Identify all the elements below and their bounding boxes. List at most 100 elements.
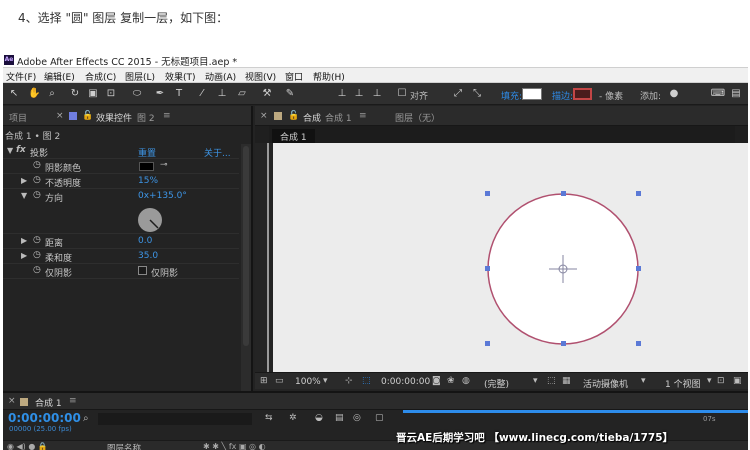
region-of-interest-icon[interactable]: ⬚ <box>547 376 556 386</box>
reset-button[interactable]: 重置 <box>138 146 156 159</box>
draft-3d-icon[interactable]: ✲ <box>289 413 297 423</box>
stopwatch-icon[interactable]: ◷ <box>33 190 41 200</box>
menu-view[interactable]: 视图(V) <box>245 70 276 83</box>
transform-handle[interactable] <box>636 266 641 271</box>
snap-options-icon[interactable]: ⤢ <box>452 87 464 100</box>
menu-help[interactable]: 帮助(H) <box>313 70 345 83</box>
lock-icon[interactable]: 🔓 <box>82 111 93 121</box>
property-value[interactable]: 15% <box>138 176 158 186</box>
property-value[interactable]: 0.0 <box>138 236 152 246</box>
chevron-down-icon[interactable]: ▾ <box>641 376 646 386</box>
camera-tool-icon[interactable]: ▣ <box>87 87 99 100</box>
snap-feather-icon[interactable]: ⤡ <box>471 87 483 100</box>
monitor-icon[interactable]: ▭ <box>275 376 284 386</box>
ellipse-tool-icon[interactable]: ⬭ <box>131 87 143 100</box>
viewer-timecode[interactable]: 0:00:00:00 <box>381 377 430 387</box>
lock-icon[interactable]: 🔓 <box>288 111 299 121</box>
resolution-select[interactable]: (完整) <box>484 377 509 390</box>
stroke-color-swatch[interactable] <box>573 88 592 100</box>
safe-area-icon[interactable]: ⊹ <box>345 376 353 386</box>
tab-effect-controls[interactable]: 效果控件 <box>96 111 132 124</box>
chevron-down-icon[interactable]: ▾ <box>707 376 712 386</box>
transform-handle[interactable] <box>636 191 641 196</box>
puppet-pin-tool-icon[interactable]: ✎ <box>284 87 296 100</box>
tab-composition[interactable]: 合成 <box>303 111 321 124</box>
tab-timeline-comp[interactable]: 合成 1 <box>35 396 62 409</box>
transform-handle[interactable] <box>636 341 641 346</box>
pan-behind-tool-icon[interactable]: ⊡ <box>105 87 117 100</box>
transform-handle[interactable] <box>485 266 490 271</box>
color-channels-icon[interactable]: ❀ <box>447 376 455 386</box>
fill-color-swatch[interactable] <box>522 88 542 100</box>
layer-name-header[interactable]: 图层名称 <box>107 442 141 450</box>
hand-tool-icon[interactable]: ✋ <box>28 87 40 100</box>
work-area-bar[interactable] <box>403 410 748 413</box>
transform-handle[interactable] <box>561 341 566 346</box>
direction-dial-icon[interactable] <box>137 207 163 233</box>
roto-brush-tool-icon[interactable]: ⚒ <box>261 87 273 100</box>
timeline-timecode[interactable]: 0:00:00:00 <box>8 411 81 425</box>
add-menu-icon[interactable]: ● <box>668 87 680 100</box>
expand-triangle-icon[interactable]: ▶ <box>21 236 27 245</box>
about-button[interactable]: 关于... <box>204 146 231 159</box>
close-icon[interactable]: × <box>260 111 268 121</box>
fast-previews-icon[interactable]: ⊡ <box>717 376 725 386</box>
composition-canvas[interactable] <box>273 143 748 372</box>
eraser-tool-icon[interactable]: ▱ <box>236 87 248 100</box>
stopwatch-icon[interactable]: ◷ <box>33 175 41 185</box>
camera-icon[interactable]: ◙ <box>432 376 441 386</box>
stopwatch-icon[interactable]: ◷ <box>33 160 41 170</box>
axis-world-icon[interactable]: ⊥ <box>353 87 365 100</box>
region-icon[interactable]: ⬚ <box>362 376 371 386</box>
menu-animation[interactable]: 动画(A) <box>205 70 236 83</box>
expand-triangle-icon[interactable]: ▶ <box>21 176 27 185</box>
shy-layers-icon[interactable]: ◒ <box>315 413 323 423</box>
active-camera-select[interactable]: 活动摄像机 <box>583 377 628 390</box>
stopwatch-icon[interactable]: ◷ <box>33 265 41 275</box>
fx-icon[interactable]: fx <box>16 145 26 155</box>
transform-handle[interactable] <box>485 191 490 196</box>
transparency-grid-icon[interactable]: ▦ <box>562 376 571 386</box>
stopwatch-icon[interactable]: ◷ <box>33 235 41 245</box>
tab-project[interactable]: 项目 <box>9 111 27 124</box>
eyedropper-icon[interactable]: ⊸ <box>160 160 168 170</box>
motion-blur-icon[interactable]: ◎ <box>353 413 361 423</box>
comp-mini-flowchart-icon[interactable]: ⇆ <box>265 413 273 423</box>
graph-editor-icon[interactable]: ▢ <box>375 413 384 423</box>
comp-chip[interactable]: 合成 1 <box>272 129 315 144</box>
effect-header-row[interactable]: ▼ fx 投影 重置 关于... <box>3 144 239 159</box>
menu-window[interactable]: 窗口 <box>285 70 303 83</box>
view-layout-select[interactable]: 1 个视图 <box>665 377 701 390</box>
expand-triangle-icon[interactable]: ▼ <box>7 146 13 155</box>
menu-layer[interactable]: 图层(L) <box>125 70 155 83</box>
workspace-icon[interactable]: ⌨ <box>710 87 726 100</box>
type-tool-icon[interactable]: T <box>173 87 185 100</box>
menu-composition[interactable]: 合成(C) <box>85 70 116 83</box>
expand-triangle-icon[interactable]: ▼ <box>21 191 27 200</box>
chevron-down-icon[interactable]: ▾ <box>323 376 328 386</box>
property-value[interactable]: 35.0 <box>138 251 158 261</box>
effect-controls-scrollbar[interactable] <box>241 144 251 424</box>
search-icon[interactable]: ⌕ <box>83 413 89 424</box>
brush-panel-icon[interactable]: ▤ <box>730 87 742 100</box>
shadow-color-swatch[interactable] <box>139 162 154 171</box>
timeline-toggle-icon[interactable]: ▣ <box>733 376 742 386</box>
property-value[interactable]: 0x+135.0° <box>138 191 187 201</box>
zoom-level[interactable]: 100% <box>295 377 321 387</box>
zoom-tool-icon[interactable]: ⌕ <box>46 87 58 100</box>
scrollbar-thumb[interactable] <box>243 146 249 346</box>
panel-menu-icon[interactable]: ≡ <box>359 111 367 121</box>
rotate-tool-icon[interactable]: ↻ <box>69 87 81 100</box>
snap-checkbox-icon[interactable]: ☐ <box>396 87 408 100</box>
close-icon[interactable]: × <box>56 111 64 121</box>
effect-controls-layer-name[interactable]: 图 2 <box>137 111 155 124</box>
axis-local-icon[interactable]: ⊥ <box>336 87 348 100</box>
transform-handle[interactable] <box>561 191 566 196</box>
selection-tool-icon[interactable]: ↖ <box>8 87 20 100</box>
frame-blending-icon[interactable]: ▤ <box>335 413 344 423</box>
menu-file[interactable]: 文件(F) <box>6 70 36 83</box>
clone-stamp-tool-icon[interactable]: ⊥ <box>216 87 228 100</box>
chevron-down-icon[interactable]: ▾ <box>533 376 538 386</box>
transform-handle[interactable] <box>485 341 490 346</box>
menu-edit[interactable]: 编辑(E) <box>44 70 75 83</box>
